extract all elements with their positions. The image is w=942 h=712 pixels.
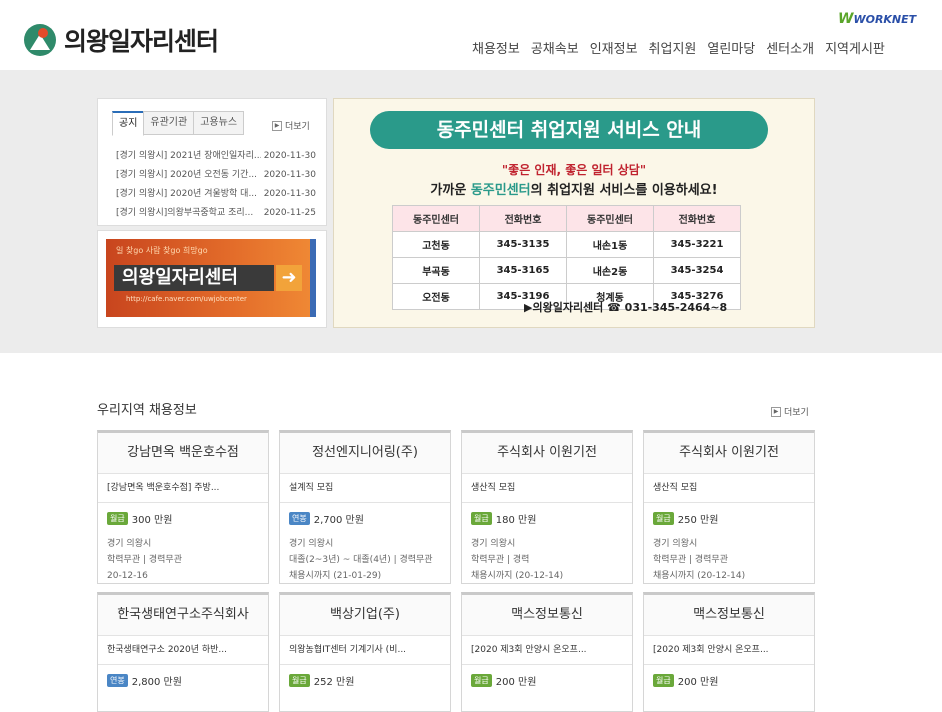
pay-amount: 250 만원: [677, 515, 719, 526]
job-title[interactable]: 설계직 모집: [280, 474, 450, 503]
notice-item[interactable]: [경기 의왕시] 2020년 오전동 기간... 2020-11-30: [116, 166, 316, 185]
pay-type-badge: 월급: [289, 674, 310, 687]
pay-amount: 300 만원: [131, 515, 173, 526]
center-phone: ▶의왕일자리센터 ☎ 031-345-2464~8: [524, 301, 728, 314]
job-location: 경기 의왕시: [471, 539, 516, 549]
logo-text: 의왕일자리센터: [64, 27, 219, 56]
notice-more-link[interactable]: ▶ 더보기: [272, 119, 310, 132]
table-header: 동주민센터: [392, 205, 480, 232]
tab-employment-news[interactable]: 고용뉴스: [193, 111, 245, 135]
nav-item-open-forum[interactable]: 열린마당: [707, 38, 755, 57]
job-card[interactable]: 맥스정보통신 [2020 제3회 안양시 온오프... 월급 200 만원: [643, 592, 815, 712]
job-deadline: 채용시까지 (20-12-14): [471, 571, 564, 581]
nav-item-talent[interactable]: 인재정보: [590, 38, 638, 57]
notice-item[interactable]: [경기 의왕시] 2020년 겨울방학 대... 2020-11-30: [116, 185, 316, 204]
job-conditions: 학력무관 | 경력: [471, 555, 530, 565]
worknet-logo[interactable]: WWORKNET: [838, 11, 916, 27]
pay-type-badge: 연봉: [289, 512, 310, 525]
notice-list: [경기 의왕시] 2021년 장애인일자리... 2020-11-30 [경기 의…: [116, 147, 316, 223]
nav-item-public-recruit[interactable]: 공채속보: [531, 38, 579, 57]
pay-type-badge: 월급: [653, 674, 674, 687]
job-title[interactable]: [2020 제3회 안양시 온오프...: [644, 636, 814, 665]
main-nav: 채용정보 공채속보 인재정보 취업지원 열린마당 센터소개 지역게시판: [472, 38, 885, 57]
company-name: 백상기업(주): [280, 595, 450, 636]
company-name: 주식회사 이원기전: [462, 433, 632, 474]
pay-type-badge: 월급: [107, 512, 128, 525]
section-title: 우리지역 채용정보: [97, 403, 197, 418]
job-title[interactable]: 생산직 모집: [644, 474, 814, 503]
job-title[interactable]: 의왕농협IT센터 기계기사 (비...: [280, 636, 450, 665]
company-name: 강남면옥 백운호수점: [98, 433, 268, 474]
job-location: 경기 의왕시: [289, 539, 334, 549]
play-icon: ▶: [771, 406, 781, 417]
notice-item[interactable]: [경기 의왕시] 2021년 장애인일자리... 2020-11-30: [116, 147, 316, 166]
cafe-url: http://cafe.naver.com/uwjobcenter: [126, 295, 247, 303]
job-location: 경기 의왕시: [653, 539, 698, 549]
service-info-banner: 동주민센터 취업지원 서비스 안내 "좋은 인재, 좋은 일터 상담" 가까운 …: [333, 98, 815, 328]
pay-amount: 200 만원: [677, 677, 719, 688]
table-row: 부곡동 345-3165 내손2동 345-3254: [392, 257, 741, 284]
pay-amount: 2,700 만원: [313, 515, 364, 526]
cafe-banner[interactable]: 일 찾go 사람 찾go 희망go 의왕일자리센터 ➜ http://cafe.…: [97, 230, 327, 328]
nav-item-employment-support[interactable]: 취업지원: [649, 38, 697, 57]
job-title[interactable]: [강남면옥 백운호수점] 주방...: [98, 474, 268, 503]
job-location: 경기 의왕시: [107, 539, 152, 549]
cafe-title: 의왕일자리센터: [114, 265, 274, 291]
pay-amount: 200 만원: [495, 677, 537, 688]
job-deadline: 채용시까지 (21-01-29): [289, 571, 382, 581]
job-deadline: 20-12-16: [107, 571, 148, 581]
job-card[interactable]: 주식회사 이원기전 생산직 모집 월급 250 만원 경기 의왕시 학력무관 | …: [643, 430, 815, 584]
company-name: 한국생태연구소주식회사: [98, 595, 268, 636]
pay-amount: 180 만원: [495, 515, 537, 526]
contact-table: 동주민센터 전화번호 동주민센터 전화번호 고천동 345-3135 내손1동 345…: [392, 205, 741, 310]
job-title[interactable]: 생산직 모집: [462, 474, 632, 503]
banner-title: 동주민센터 취업지원 서비스 안내: [370, 111, 768, 149]
cafe-tagline: 일 찾go 사람 찾go 희망go: [116, 246, 208, 255]
job-card[interactable]: 백상기업(주) 의왕농협IT센터 기계기사 (비... 월급 252 만원: [279, 592, 451, 712]
notice-panel: 공지 유관기관 고용뉴스 ▶ 더보기 [경기 의왕시] 2021년 장애인일자리.…: [97, 98, 327, 226]
tab-related-agencies[interactable]: 유관기관: [143, 111, 195, 135]
table-header: 동주민센터: [566, 205, 654, 232]
jobs-more-link[interactable]: ▶ 더보기: [771, 405, 809, 418]
job-title[interactable]: 한국생태연구소 2020년 하반...: [98, 636, 268, 665]
table-row: 고천동 345-3135 내손1동 345-3221: [392, 231, 741, 258]
pay-type-badge: 월급: [471, 674, 492, 687]
company-name: 주식회사 이원기전: [644, 433, 814, 474]
site-header: 의왕일자리센터 WWORKNET 채용정보 공채속보 인재정보 취업지원 열린마…: [0, 0, 942, 71]
company-name: 맥스정보통신: [644, 595, 814, 636]
job-card[interactable]: 강남면옥 백운호수점 [강남면옥 백운호수점] 주방... 월급 300 만원 경…: [97, 430, 269, 584]
job-title[interactable]: [2020 제3회 안양시 온오프...: [462, 636, 632, 665]
pay-type-badge: 연봉: [107, 674, 128, 687]
banner-subtitle: 가까운 동주민센터의 취업지원 서비스를 이용하세요!: [430, 183, 718, 198]
job-card[interactable]: 정선엔지니어링(주) 설계직 모집 연봉 2,700 만원 경기 의왕시 대졸(2…: [279, 430, 451, 584]
pay-amount: 252 만원: [313, 677, 355, 688]
nav-item-local-board[interactable]: 지역게시판: [825, 38, 885, 57]
play-icon: ▶: [272, 120, 282, 131]
worknet-text: WORKNET: [853, 13, 917, 26]
site-logo[interactable]: 의왕일자리센터: [24, 22, 219, 58]
job-card[interactable]: 한국생태연구소주식회사 한국생태연구소 2020년 하반... 연봉 2,800 …: [97, 592, 269, 712]
pay-type-badge: 월급: [471, 512, 492, 525]
nav-item-center-intro[interactable]: 센터소개: [766, 38, 814, 57]
company-name: 정선엔지니어링(주): [280, 433, 450, 474]
table-header: 전화번호: [479, 205, 567, 232]
job-conditions: 학력무관 | 경력무관: [107, 555, 182, 565]
notice-item[interactable]: [경기 의왕시]의왕부곡중학교 조리... 2020-11-25: [116, 204, 316, 223]
job-conditions: 학력무관 | 경력무관: [653, 555, 728, 565]
job-card[interactable]: 주식회사 이원기전 생산직 모집 월급 180 만원 경기 의왕시 학력무관 | …: [461, 430, 633, 584]
table-header: 전화번호: [653, 205, 741, 232]
pay-type-badge: 월급: [653, 512, 674, 525]
job-conditions: 대졸(2~3년) ~ 대졸(4년) | 경력무관: [289, 555, 433, 565]
job-card[interactable]: 맥스정보통신 [2020 제3회 안양시 온오프... 월급 200 만원: [461, 592, 633, 712]
nav-item-jobs[interactable]: 채용정보: [472, 38, 520, 57]
tab-notice[interactable]: 공지: [112, 111, 145, 136]
banner-slogan: "좋은 인재, 좋은 일터 상담": [501, 163, 647, 177]
pay-amount: 2,800 만원: [131, 677, 182, 688]
logo-mountain-icon: [24, 24, 56, 56]
notice-tabs: 공지 유관기관 고용뉴스: [112, 111, 245, 136]
job-deadline: 채용시까지 (20-12-14): [653, 571, 746, 581]
arrow-right-icon: ➜: [276, 265, 302, 291]
company-name: 맥스정보통신: [462, 595, 632, 636]
